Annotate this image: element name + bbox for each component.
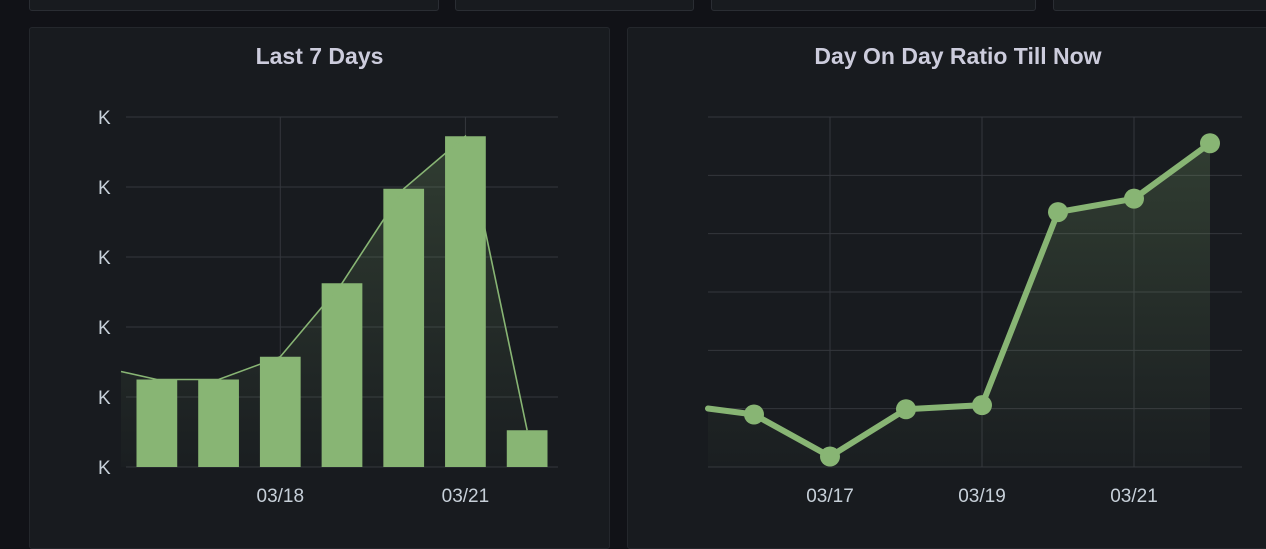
last-7-days-chart: K K K K K K 03/18 03/21 xyxy=(98,108,558,507)
y-tick-label: K xyxy=(98,178,111,199)
bar xyxy=(383,188,425,467)
bar xyxy=(445,136,486,467)
x-tick-label: 03/19 xyxy=(958,486,1006,507)
data-point xyxy=(972,395,992,416)
x-tick-label: 03/21 xyxy=(1110,486,1158,507)
data-point xyxy=(896,399,916,420)
data-point xyxy=(744,404,764,425)
charts-canvas: K K K K K K 03/18 03/21 03/17 03/19 03/21 xyxy=(98,108,1242,507)
y-tick-label: K xyxy=(98,388,111,409)
data-point xyxy=(1200,133,1220,154)
y-tick-label: K xyxy=(98,318,111,339)
bar xyxy=(506,430,548,467)
bar xyxy=(321,283,363,467)
y-tick-label: K xyxy=(98,458,111,479)
y-tick-label: K xyxy=(98,108,111,129)
x-tick-label: 03/18 xyxy=(257,486,305,507)
data-point xyxy=(1124,188,1144,209)
y-tick-label: K xyxy=(98,248,111,269)
x-tick-label: 03/17 xyxy=(806,486,854,507)
bar xyxy=(259,356,301,467)
data-point xyxy=(820,446,840,467)
bar xyxy=(136,379,178,467)
x-tick-label: 03/21 xyxy=(442,486,490,507)
data-point xyxy=(1048,202,1068,223)
day-on-day-ratio-chart: 03/17 03/19 03/21 xyxy=(705,116,1242,507)
bar xyxy=(198,379,239,467)
